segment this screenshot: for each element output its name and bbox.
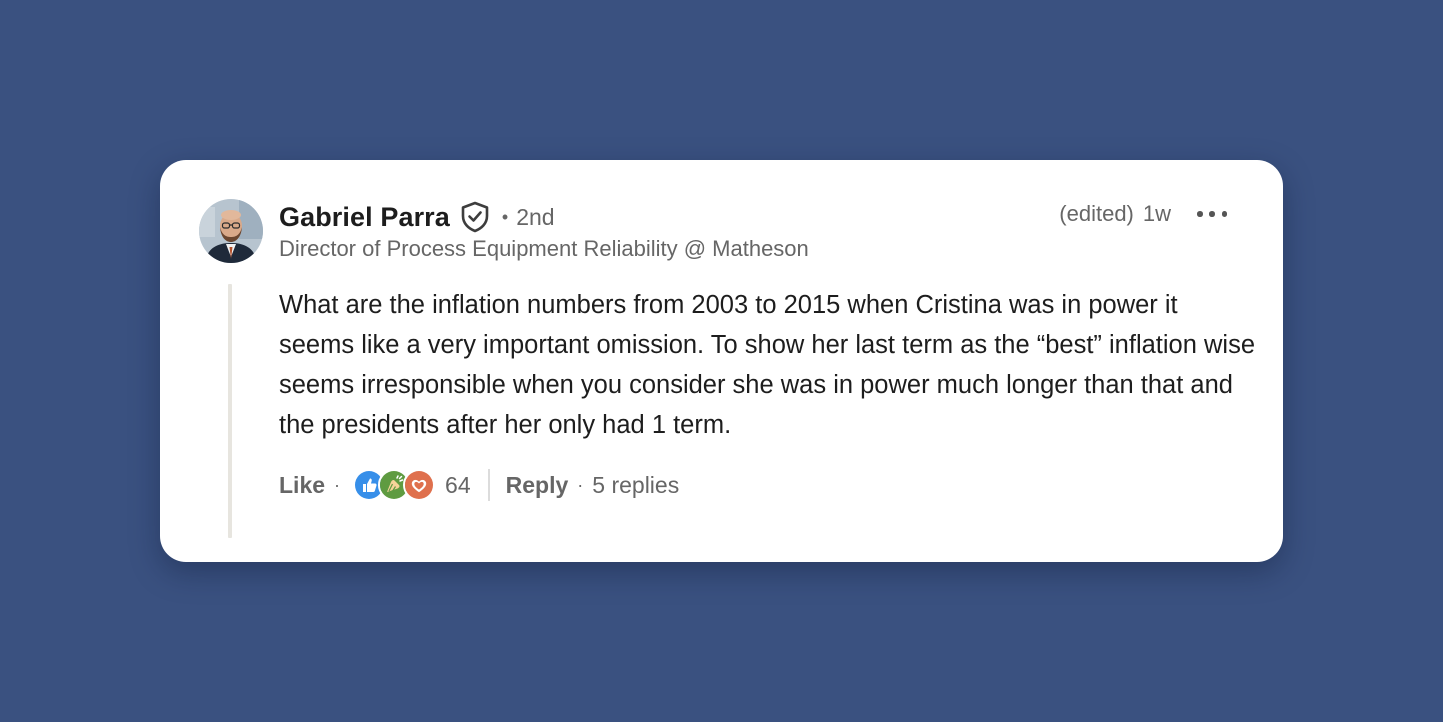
divider <box>487 469 490 501</box>
separator-dot: • <box>501 206 509 227</box>
more-dot <box>1221 211 1227 217</box>
thread-line <box>228 284 232 538</box>
replies-count-link[interactable]: 5 replies <box>592 472 679 499</box>
reaction-count[interactable]: 64 <box>445 472 471 499</box>
edited-label: (edited) <box>1059 201 1134 226</box>
reply-button[interactable]: Reply <box>506 472 569 499</box>
avatar-photo <box>199 199 263 263</box>
timestamp: 1w <box>1142 201 1171 226</box>
author-name[interactable]: Gabriel Parra <box>279 202 450 233</box>
more-dot <box>1209 211 1215 217</box>
author-row: Gabriel Parra • 2nd <box>279 200 555 234</box>
reactions-summary[interactable] <box>353 469 436 501</box>
more-horizontal-icon[interactable] <box>1197 200 1227 228</box>
separator-dot: · <box>577 474 584 495</box>
separator-dot: · <box>334 474 341 495</box>
comment-text: What are the inflation numbers from 2003… <box>279 291 1255 439</box>
like-button[interactable]: Like <box>279 472 325 499</box>
avatar[interactable] <box>199 199 263 263</box>
comment-meta: (edited) 1w <box>1059 200 1227 228</box>
love-reaction-icon <box>403 469 436 501</box>
more-dot <box>1197 211 1203 217</box>
comment-card: Gabriel Parra • 2nd Director of Process … <box>160 160 1283 562</box>
comment-actions: Like · 64 Reply · 5 replies <box>279 466 679 504</box>
verified-shield-icon <box>460 201 490 233</box>
author-headline: Director of Process Equipment Reliabilit… <box>279 236 809 261</box>
connection-degree: 2nd <box>516 203 555 230</box>
